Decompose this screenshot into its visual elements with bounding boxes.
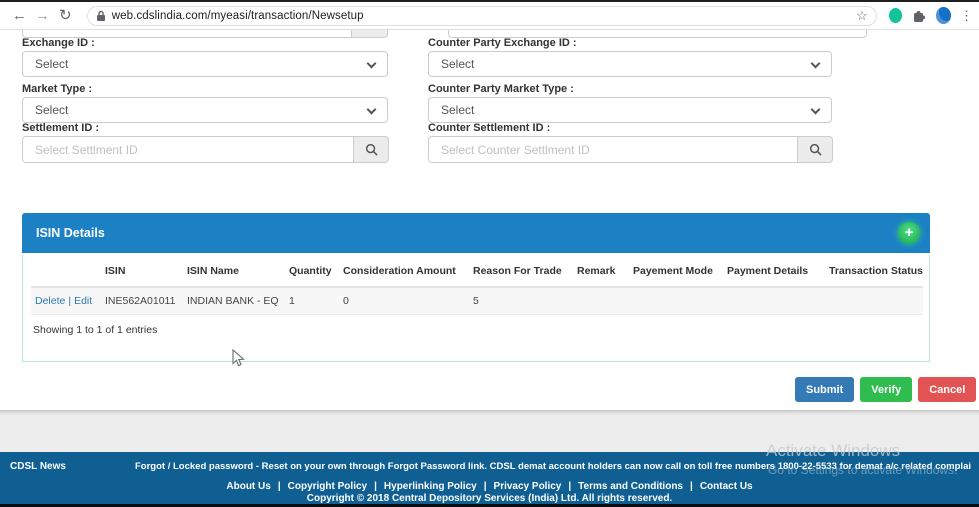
browser-menu-icon[interactable]: ⋮ [960, 8, 973, 24]
browser-window: ← → ↻ web.cdslindia.com/myeasi/transacti… [0, 0, 979, 507]
col-isin: ISIN [101, 255, 183, 287]
cell-reason-for-trade: 5 [469, 287, 573, 315]
settlement-id-search-button[interactable] [353, 136, 389, 163]
link-separator: | [374, 481, 377, 492]
exchange-id-select[interactable]: Select [22, 51, 388, 77]
col-reason-for-trade: Reason For Trade [469, 255, 573, 287]
edit-link[interactable]: Edit [74, 295, 92, 307]
add-isin-button[interactable]: + [898, 222, 920, 244]
isin-details-body: ISIN ISIN Name Quantity Consideration Am… [22, 255, 930, 362]
page-content: Exchange ID : Select Counter Party Excha… [0, 30, 979, 410]
link-separator: | [484, 481, 487, 492]
link-separator: | [690, 481, 693, 492]
counter-settlement-id-search-button[interactable] [797, 136, 833, 163]
submit-button[interactable]: Submit [795, 377, 854, 402]
col-actions [31, 255, 101, 287]
isin-details-panel: ISIN Details + ISIN ISIN Name [22, 213, 930, 362]
col-payement-mode: Payement Mode [629, 255, 723, 287]
counter-party-market-type-select-value: Select [441, 103, 474, 117]
refresh-button[interactable]: ↻ [54, 8, 77, 23]
counter-settlement-id-label: Counter Settlement ID : [428, 122, 550, 134]
cell-isin: INE562A01011 [101, 287, 183, 315]
col-transaction-status: Transaction Status [825, 255, 923, 287]
col-consideration-amount: Consideration Amount [339, 255, 469, 287]
cell-quantity: 1 [285, 287, 339, 315]
profile-avatar[interactable] [936, 7, 951, 24]
search-icon [809, 143, 822, 156]
delete-link[interactable]: Delete [35, 295, 65, 307]
cell-payement-mode [629, 287, 723, 315]
address-bar[interactable]: web.cdslindia.com/myeasi/transaction/New… [87, 6, 877, 26]
counter-party-market-type-label: Counter Party Market Type : [428, 83, 574, 95]
col-payment-details: Payment Details [723, 255, 825, 287]
counter-settlement-id-input[interactable] [428, 136, 797, 163]
entries-summary: Showing 1 to 1 of 1 entries [33, 324, 929, 336]
isin-table: ISIN ISIN Name Quantity Consideration Am… [31, 255, 923, 315]
market-type-select-value: Select [35, 103, 68, 117]
browser-toolbar: ← → ↻ web.cdslindia.com/myeasi/transacti… [0, 0, 979, 30]
search-icon [365, 143, 378, 156]
footer-link-privacy-policy[interactable]: Privacy Policy [494, 481, 562, 492]
extensions-puzzle-icon[interactable] [912, 9, 926, 23]
counter-party-exchange-id-label: Counter Party Exchange ID : [428, 37, 577, 49]
link-separator: | [568, 481, 571, 492]
back-button[interactable]: ← [8, 8, 31, 23]
counter-party-exchange-id-select[interactable]: Select [428, 51, 832, 77]
footer-links: About Us | Copyright Policy | Hyperlinking P… [0, 481, 979, 492]
panel-title: ISIN Details [36, 226, 105, 240]
news-ticker: Forgot / Locked password - Reset on your… [135, 461, 971, 472]
cdsl-news-label: CDSL News [10, 461, 66, 472]
cancel-button[interactable]: Cancel [918, 377, 976, 402]
cell-transaction-status [825, 287, 923, 315]
chevron-down-icon [811, 59, 821, 69]
footer-link-about-us[interactable]: About Us [226, 481, 270, 492]
isin-details-header: ISIN Details + [22, 213, 930, 253]
market-type-select[interactable]: Select [22, 97, 388, 123]
settlement-id-input[interactable] [22, 136, 353, 163]
counter-party-exchange-id-select-value: Select [441, 57, 474, 71]
page-bottom-gap [0, 410, 979, 452]
cell-isin-name: INDIAN BANK - EQ [183, 287, 285, 315]
link-separator: | [278, 481, 281, 492]
market-type-label: Market Type : [22, 83, 92, 95]
grammarly-extension-icon[interactable] [889, 8, 902, 23]
col-remark: Remark [573, 255, 629, 287]
forward-button[interactable]: → [31, 8, 54, 23]
action-separator: | [68, 295, 71, 307]
verify-button[interactable]: Verify [860, 377, 912, 402]
row-actions: Delete|Edit [31, 287, 101, 315]
footer-link-copyright-policy[interactable]: Copyright Policy [288, 481, 367, 492]
url-text: web.cdslindia.com/myeasi/transaction/New… [112, 10, 364, 22]
chevron-down-icon [367, 105, 377, 115]
copyright-text: Copyright © 2018 Central Depository Serv… [0, 493, 979, 504]
form-actions: Submit Verify Cancel [795, 377, 976, 402]
cell-payment-details [723, 287, 825, 315]
clipped-search-button[interactable] [351, 30, 387, 37]
settlement-id-label: Settlement ID : [22, 122, 99, 134]
lock-icon [96, 10, 106, 22]
footer-link-terms-and-conditions[interactable]: Terms and Conditions [578, 481, 683, 492]
chevron-down-icon [367, 59, 377, 69]
col-isin-name: ISIN Name [183, 255, 285, 287]
chevron-down-icon [811, 105, 821, 115]
site-footer: CDSL News Forgot / Locked password - Res… [0, 452, 979, 504]
cell-remark [573, 287, 629, 315]
cell-consideration-amount: 0 [339, 287, 469, 315]
counter-party-market-type-select[interactable]: Select [428, 97, 832, 123]
bookmark-star-icon[interactable]: ☆ [856, 8, 868, 24]
footer-link-hyperlinking-policy[interactable]: Hyperlinking Policy [384, 481, 477, 492]
table-header-row: ISIN ISIN Name Quantity Consideration Am… [31, 255, 923, 287]
col-quantity: Quantity [285, 255, 339, 287]
exchange-id-select-value: Select [35, 57, 68, 71]
exchange-id-label: Exchange ID : [22, 37, 95, 49]
footer-link-contact-us[interactable]: Contact Us [700, 481, 753, 492]
table-row: Delete|Edit INE562A01011 INDIAN BANK - E… [31, 287, 923, 315]
